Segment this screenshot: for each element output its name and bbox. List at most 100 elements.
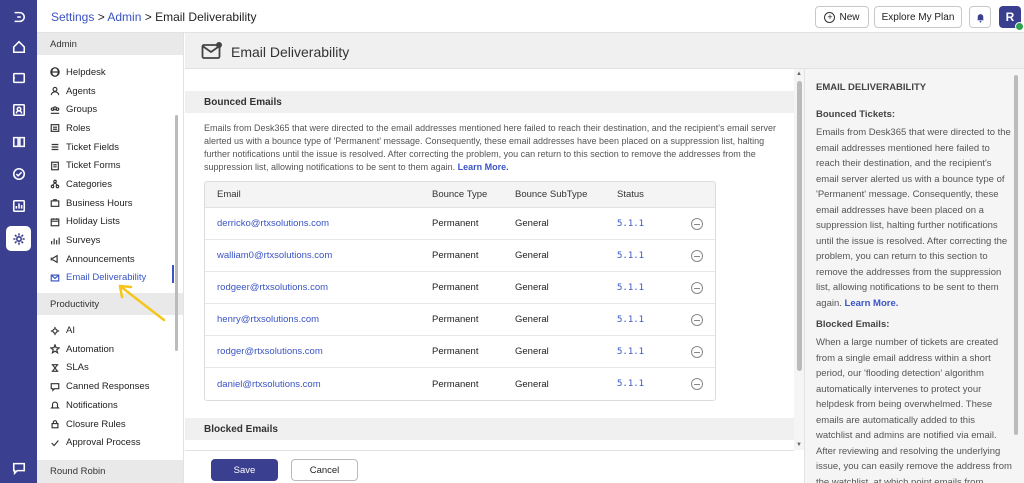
sidebar-item-label: Holiday Lists [66, 216, 120, 228]
knowledge-base-icon[interactable] [6, 129, 31, 154]
plus-icon: + [824, 11, 836, 23]
breadcrumb-settings[interactable]: Settings [51, 10, 94, 24]
tickets-icon[interactable] [6, 65, 31, 90]
learn-more-link[interactable]: Learn More. [458, 162, 509, 172]
remove-icon[interactable] [691, 345, 703, 358]
help-bounced-body: Emails from Desk365 that were directed t… [816, 127, 1011, 309]
notifications-button[interactable] [969, 6, 991, 28]
scroll-up-arrow-icon[interactable]: ▲ [796, 71, 802, 77]
help-bounced-text: Emails from Desk365 that were directed t… [816, 125, 1012, 311]
content-scrollbar[interactable]: ▲ ▼ [794, 69, 804, 450]
cancel-button[interactable]: Cancel [291, 459, 358, 481]
home-icon[interactable] [6, 34, 31, 59]
table-row: rodgeer@rtxsolutions.com Permanent Gener… [205, 272, 715, 304]
remove-icon[interactable] [691, 281, 703, 294]
column-header-bounce-subtype: Bounce SubType [515, 189, 588, 200]
list-icon [50, 142, 60, 152]
sidebar-item-ai[interactable]: AI [37, 321, 183, 340]
reports-icon[interactable] [6, 193, 31, 218]
sidebar-item-surveys[interactable]: Surveys [37, 231, 183, 250]
bell-icon [50, 400, 60, 410]
row-email[interactable]: derricko@rtxsolutions.com [205, 218, 432, 229]
sidebar-item-closure-rules[interactable]: Closure Rules [37, 414, 183, 434]
row-bounce-subtype: General [515, 378, 549, 390]
breadcrumb-separator: > [94, 10, 108, 24]
row-email[interactable]: rodgeer@rtxsolutions.com [205, 282, 432, 293]
row-status[interactable]: 5.1.1 [617, 219, 679, 229]
row-status[interactable]: 5.1.1 [617, 315, 679, 325]
sidebar-item-label: Announcements [66, 253, 135, 265]
settings-icon[interactable] [6, 226, 31, 251]
settings-sidebar: Admin Helpdesk Agents Groups Roles Ticke… [37, 33, 184, 483]
sidebar-item-ticket-forms[interactable]: Ticket Forms [37, 156, 183, 176]
contacts-icon[interactable] [6, 97, 31, 122]
sidebar-item-notifications[interactable]: Notifications [37, 396, 183, 415]
row-bounce-subtype: General [515, 218, 549, 229]
sidebar-item-groups[interactable]: Groups [37, 100, 183, 120]
table-row: daniel@rtxsolutions.com Permanent Genera… [205, 368, 715, 400]
scrollbar-thumb[interactable] [797, 81, 802, 371]
sidebar-item-categories[interactable]: Categories [37, 175, 183, 194]
sidebar-item-helpdesk[interactable]: Helpdesk [37, 63, 183, 82]
save-button[interactable]: Save [211, 459, 278, 481]
sidebar-item-label: Ticket Fields [66, 141, 119, 153]
sidebar-item-approval-process[interactable]: Approval Process [37, 433, 183, 453]
avatar-letter: R [1005, 10, 1015, 24]
sidebar-item-announcements[interactable]: Announcements [37, 249, 183, 269]
row-bounce-subtype: General [515, 282, 549, 293]
automation-icon [50, 344, 60, 355]
sidebar-item-label: Notifications [66, 399, 118, 411]
briefcase-icon [50, 198, 60, 208]
row-email[interactable]: daniel@rtxsolutions.com [205, 379, 432, 390]
blocked-emails-heading: Blocked Emails [185, 418, 794, 440]
bounced-emails-heading: Bounced Emails [185, 91, 794, 113]
row-bounce-type: Permanent [432, 282, 479, 293]
left-nav-rail [0, 0, 37, 483]
scroll-down-arrow-icon[interactable]: ▼ [796, 442, 802, 448]
sidebar-item-holiday-lists[interactable]: Holiday Lists [37, 212, 183, 232]
row-status[interactable]: 5.1.1 [617, 251, 679, 261]
sidebar-item-business-hours[interactable]: Business Hours [37, 193, 183, 213]
sidebar-section-round-robin: Round Robin [37, 460, 183, 483]
breadcrumb-admin[interactable]: Admin [107, 10, 141, 24]
online-status-badge [1015, 22, 1024, 31]
help-blocked-heading: Blocked Emails: [816, 319, 890, 330]
help-learn-more-link[interactable]: Learn More. [845, 298, 899, 309]
sidebar-section-admin: Admin [37, 33, 183, 55]
remove-icon[interactable] [691, 249, 703, 262]
mail-icon [50, 273, 60, 283]
row-status[interactable]: 5.1.1 [617, 379, 679, 389]
sidebar-item-automation[interactable]: Automation [37, 339, 183, 359]
explore-plan-button[interactable]: Explore My Plan [874, 6, 962, 28]
help-scrollbar[interactable] [1014, 75, 1018, 435]
avatar[interactable]: R [999, 6, 1024, 31]
page-title: Email Deliverability [231, 44, 350, 60]
row-status[interactable]: 5.1.1 [617, 347, 679, 357]
row-email[interactable]: henry@rtxsolutions.com [205, 314, 432, 325]
row-email[interactable]: rodger@rtxsolutions.com [205, 346, 432, 357]
sidebar-item-canned-responses[interactable]: Canned Responses [37, 377, 183, 396]
new-button-label: New [839, 11, 860, 23]
remove-icon[interactable] [691, 217, 703, 230]
people-icon [50, 105, 60, 115]
sidebar-item-slas[interactable]: SLAs [37, 358, 183, 378]
row-email[interactable]: walliam0@rtxsolutions.com [205, 250, 432, 261]
sidebar-item-label: Helpdesk [66, 66, 106, 78]
row-bounce-subtype: General [515, 346, 549, 357]
chat-icon[interactable] [6, 455, 31, 480]
tasks-icon[interactable] [6, 161, 31, 186]
sidebar-item-label: AI [66, 325, 75, 337]
remove-icon[interactable] [691, 378, 703, 390]
sidebar-item-agents[interactable]: Agents [37, 81, 183, 101]
sidebar-spacer [37, 55, 183, 63]
sidebar-item-ticket-fields[interactable]: Ticket Fields [37, 137, 183, 157]
sidebar-item-roles[interactable]: Roles [37, 119, 183, 138]
globe-icon [50, 67, 60, 78]
row-status[interactable]: 5.1.1 [617, 283, 679, 293]
logo-icon[interactable] [6, 4, 31, 29]
sidebar-scrollbar[interactable] [175, 115, 178, 351]
new-button[interactable]: + New [815, 6, 869, 28]
sidebar-item-label: Groups [66, 104, 98, 116]
canned-icon [50, 382, 60, 392]
remove-icon[interactable] [691, 313, 703, 326]
